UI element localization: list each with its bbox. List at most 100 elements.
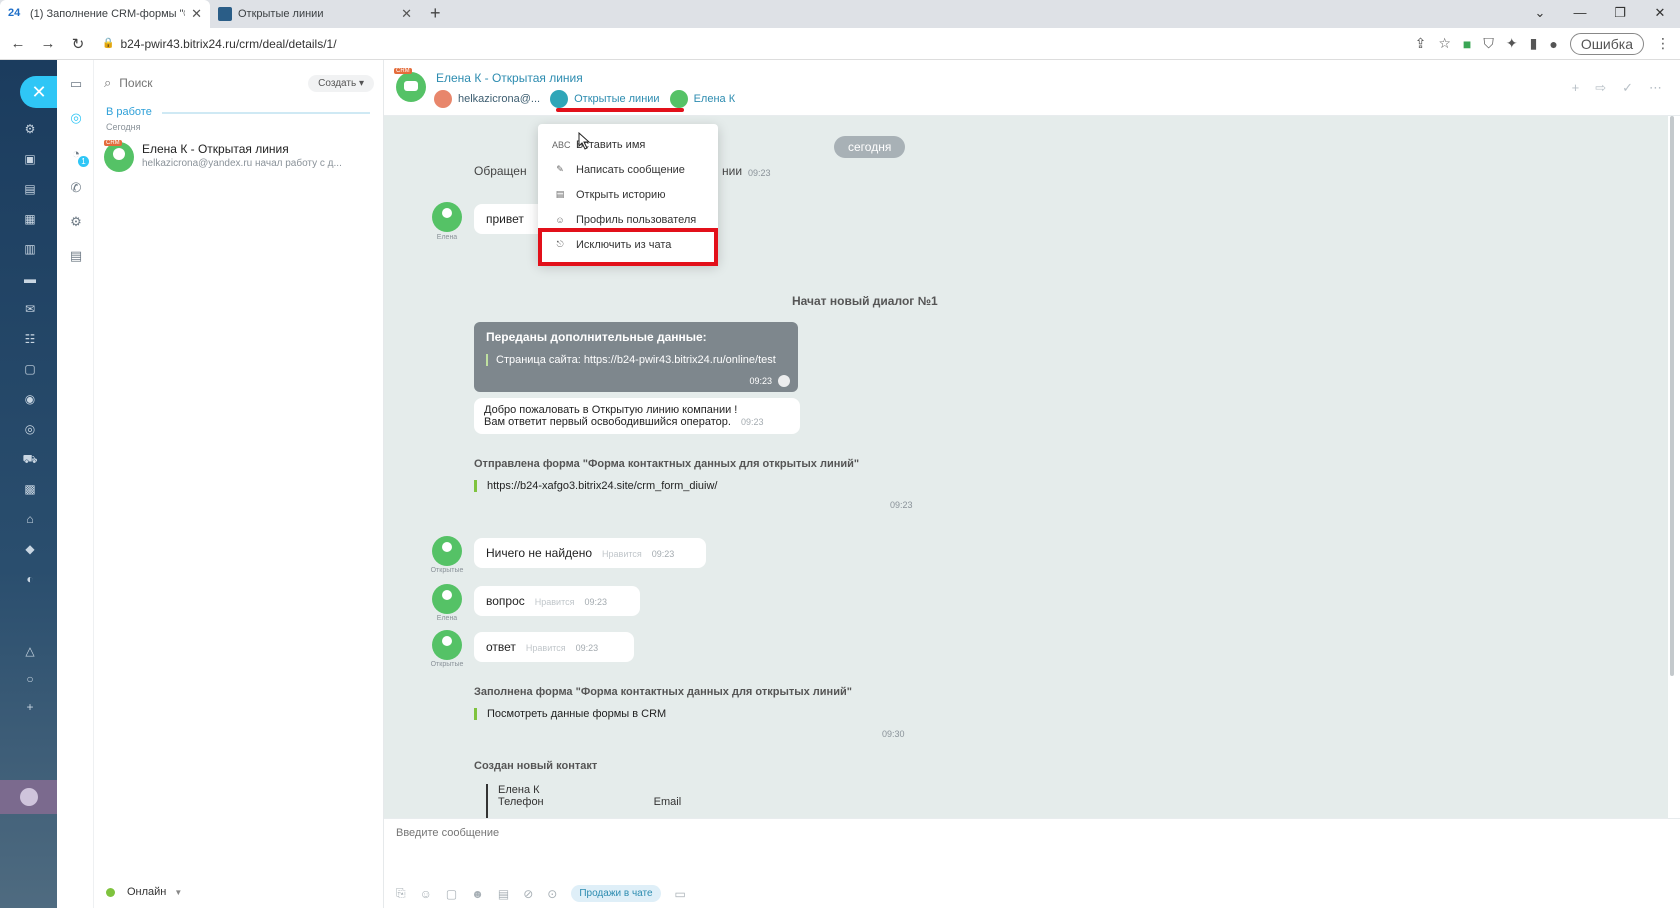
create-button[interactable]: Создать ▾ [308, 74, 374, 92]
member-name: Елена К [693, 93, 736, 105]
avatar [396, 72, 426, 102]
chat-list-item[interactable]: CRM Елена К - Открытая линия helkazicron… [104, 140, 374, 178]
chat-members: helkazicrona@... Открытые линии Елена К [434, 90, 745, 108]
messenger-icons-column: ▭ ◎ ◔ 1 ✆ ⚙ ▤ [57, 60, 94, 908]
close-messenger-button[interactable]: ✕ [20, 76, 58, 108]
site-icon [218, 7, 232, 21]
message-input[interactable] [396, 827, 1396, 839]
history-icon: ▤ [555, 189, 565, 199]
chat-icon[interactable]: ▭ [68, 76, 84, 92]
rail-icon[interactable]: ◆ [22, 542, 38, 556]
message-bubble[interactable]: ответ Нравится 09:23 [474, 632, 634, 662]
rail-icon[interactable]: ◎ [22, 422, 38, 436]
window-controls: ⌄ — ❐ ✕ [1520, 2, 1680, 24]
payment-icon[interactable]: ⊙ [547, 887, 557, 901]
settings-icon[interactable]: ⚙ [68, 214, 84, 230]
back-icon[interactable]: ← [6, 35, 30, 52]
rail-icon[interactable]: ⛟ [22, 452, 38, 466]
menu-item-insert-name[interactable]: ABC Вставить имя [538, 132, 718, 157]
rail-icon[interactable]: + [22, 700, 38, 714]
member-client[interactable]: helkazicrona@... [434, 90, 540, 108]
transfer-icon[interactable]: ⇨ [1595, 80, 1606, 96]
like-button[interactable]: Нравится [602, 549, 642, 559]
error-button[interactable]: Ошибка [1569, 32, 1644, 55]
tab-label: Открытые линии [238, 8, 324, 20]
rail-icon[interactable]: ▢ [22, 362, 38, 376]
menu-item-write-message[interactable]: ✎ Написать сообщение [538, 157, 718, 182]
user-icon[interactable]: ☺ [420, 887, 432, 901]
rail-icon[interactable]: ⚙ [22, 122, 38, 136]
form-icon[interactable]: ▢ [446, 887, 457, 901]
sidepanel-icon[interactable]: ▮ [1530, 35, 1538, 52]
smile-icon[interactable]: ☻ [471, 887, 484, 901]
rail-icon[interactable]: ▦ [22, 212, 38, 226]
more-icon[interactable]: ⋯ [1649, 80, 1662, 96]
rail-icon[interactable]: ▩ [22, 482, 38, 496]
chat-title[interactable]: Елена К - Открытая линия [436, 71, 583, 85]
rail-icon[interactable]: ✉ [22, 302, 38, 316]
rail-icon[interactable]: ▬ [22, 272, 38, 286]
message-time: 09:23 [749, 376, 772, 386]
add-user-icon[interactable]: + [1572, 80, 1580, 96]
minimize-button[interactable]: — [1560, 2, 1600, 24]
contact-card[interactable]: Елена К Телефон Email [486, 784, 726, 818]
shield-icon[interactable]: ⛉ [1483, 35, 1494, 52]
share-icon[interactable]: ⇪ [1415, 35, 1427, 52]
system-message: Обращен [474, 164, 527, 178]
section-divider [162, 112, 370, 114]
rail-icon[interactable]: △ [22, 644, 38, 658]
attach-icon[interactable]: ⎘ [396, 886, 406, 901]
like-button[interactable]: Нравится [535, 597, 575, 607]
message-text: Ничего не найдено [486, 546, 593, 560]
form-crm-link[interactable]: Посмотреть данные формы в CRM [474, 708, 666, 720]
message-time: 09:23 [575, 643, 599, 653]
close-icon[interactable]: ✕ [401, 6, 412, 22]
rail-icon[interactable]: ◐ [22, 572, 38, 586]
close-icon[interactable]: ✕ [191, 6, 202, 22]
search-input[interactable] [119, 76, 309, 90]
forward-icon[interactable]: → [36, 35, 60, 52]
sales-in-chat-button[interactable]: Продажи в чате [571, 885, 661, 902]
rail-icon[interactable]: ⌂ [22, 512, 38, 526]
phone-icon[interactable]: ✆ [68, 180, 84, 196]
dialog-started: Начат новый диалог №1 [792, 294, 938, 308]
rail-icon[interactable]: ◉ [22, 392, 38, 406]
url-field[interactable]: 🔒 b24-pwir43.bitrix24.ru/crm/deal/detail… [102, 31, 1415, 57]
rail-icon[interactable]: ▣ [22, 152, 38, 166]
restore-button[interactable]: ❐ [1600, 2, 1640, 24]
hide-icon[interactable]: ⊘ [523, 887, 533, 901]
close-window-button[interactable]: ✕ [1640, 2, 1680, 24]
finish-icon[interactable]: ✓ [1622, 80, 1633, 96]
star-icon[interactable]: ☆ [1438, 35, 1451, 52]
puzzle-icon[interactable]: ✦ [1506, 35, 1518, 52]
reload-icon[interactable]: ↻ [66, 35, 90, 53]
status-selector[interactable]: Онлайн ▼ [106, 886, 182, 898]
browser-tab-open-lines[interactable]: Открытые линии ✕ [210, 0, 420, 28]
welcome-bubble[interactable]: Добро пожаловать в Открытую линию компан… [474, 398, 800, 434]
menu-icon[interactable]: ⋮ [1656, 35, 1670, 52]
profile-avatar-icon[interactable]: ● [1549, 36, 1557, 52]
more-tools-icon[interactable]: ▭ [675, 887, 686, 901]
browser-tab-crm[interactable]: 24 (1) Заполнение CRM-формы "© ✕ [0, 0, 210, 28]
extension-icon[interactable]: ■ [1463, 36, 1471, 52]
form-link[interactable]: https://b24-xafgo3.bitrix24.site/crm_for… [474, 480, 718, 492]
new-tab-button[interactable]: + [430, 0, 441, 28]
member-operator[interactable]: Елена К [669, 90, 736, 108]
open-lines-icon[interactable]: ◎ [68, 110, 84, 126]
scrollbar[interactable] [1670, 116, 1674, 676]
rail-icon[interactable]: ○ [22, 672, 38, 686]
rail-icon[interactable]: ▥ [22, 242, 38, 256]
rail-icon[interactable]: ☷ [22, 332, 38, 346]
message-time: 09:23 [748, 168, 771, 178]
rail-icon[interactable]: ▤ [22, 182, 38, 196]
template-icon[interactable]: ▤ [498, 887, 509, 901]
like-button[interactable]: Нравится [526, 643, 566, 653]
message-bubble[interactable]: вопрос Нравится 09:23 [474, 586, 640, 616]
tab-search-button[interactable]: ⌄ [1520, 2, 1560, 24]
menu-item-open-history[interactable]: ▤ Открыть историю [538, 182, 718, 207]
notes-icon[interactable]: ▤ [68, 248, 84, 264]
annotation-highlight-box [538, 228, 718, 266]
member-open-lines[interactable]: Открытые линии [550, 90, 660, 108]
message-bubble[interactable]: Ничего не найдено Нравится 09:23 [474, 538, 706, 568]
user-avatar[interactable] [0, 780, 57, 814]
